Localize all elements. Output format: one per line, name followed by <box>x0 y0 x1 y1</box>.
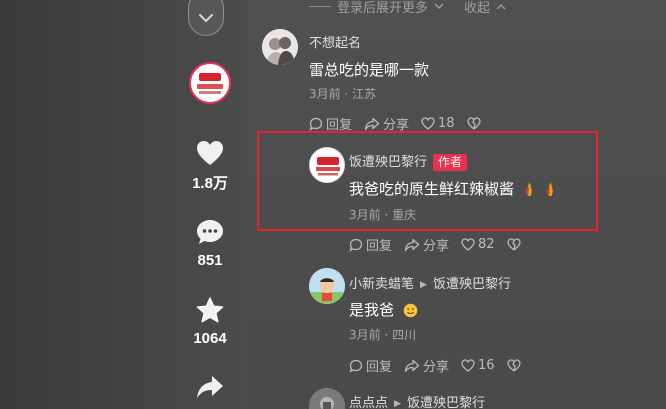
comment-author[interactable]: 不想起名 <box>309 32 361 51</box>
avatar[interactable] <box>309 388 345 409</box>
comment-action[interactable]: 851 <box>180 219 240 269</box>
share-icon <box>404 359 420 372</box>
action-bar: 1.8万 851 1064 <box>180 0 240 409</box>
broken-heart-icon <box>506 238 521 251</box>
comment-text-row: 是我爸 <box>349 299 418 320</box>
share-icon <box>364 117 380 130</box>
expand-more-link[interactable]: 登录后展开更多 <box>337 0 428 16</box>
comment-author-row: 小新卖蜡笔 ▶ 饭遭殃巴黎行 <box>349 273 511 292</box>
chevron-up-icon <box>496 3 506 9</box>
like-button[interactable]: 82 <box>461 237 495 252</box>
comment-icon <box>197 220 223 244</box>
highlight-box <box>257 131 598 231</box>
favorite-action[interactable]: 1064 <box>180 297 240 347</box>
reply-to-arrow-icon: ▶ <box>394 398 401 409</box>
broken-heart-icon <box>466 117 481 130</box>
share-icon <box>404 238 420 251</box>
comment-actions: 回复 分享 16 <box>349 356 521 375</box>
smile-emoji-icon <box>403 303 418 318</box>
comment-author[interactable]: 小新卖蜡笔 <box>349 277 414 292</box>
comment-count: 851 <box>197 252 223 269</box>
comment-author-row: 点点点 ▶ 饭遭殃巴黎行 <box>349 392 485 409</box>
star-icon <box>196 297 224 323</box>
heart-icon <box>197 141 223 165</box>
reply-button[interactable]: 回复 <box>349 235 392 254</box>
like-action[interactable]: 1.8万 <box>180 140 240 193</box>
share-button[interactable]: 分享 <box>404 356 449 375</box>
comment-author[interactable]: 点点点 <box>349 396 388 409</box>
reply-to-name[interactable]: 饭遭殃巴黎行 <box>407 396 485 409</box>
creator-avatar[interactable] <box>189 62 231 104</box>
heart-outline-icon <box>461 238 475 251</box>
comment-actions: 回复 分享 82 <box>349 235 521 254</box>
like-count: 1.8万 <box>192 175 228 192</box>
like-button[interactable]: 16 <box>461 358 495 373</box>
dislike-button[interactable] <box>466 117 481 130</box>
dislike-button[interactable] <box>506 238 521 251</box>
comment-text: 是我爸 <box>349 301 395 319</box>
heart-outline-icon <box>461 359 475 372</box>
avatar[interactable] <box>309 268 345 304</box>
chevron-down-icon <box>434 3 444 9</box>
reply-to-arrow-icon: ▶ <box>420 279 427 290</box>
heart-outline-icon <box>421 117 435 130</box>
expand-more-row: 登录后展开更多 收起 <box>309 0 506 16</box>
comment-meta: 3月前 · 江苏 <box>309 87 377 101</box>
comment-text: 雷总吃的是哪一款 <box>309 61 430 79</box>
collapse-video-button[interactable] <box>188 0 224 36</box>
like-button[interactable]: 18 <box>421 116 455 131</box>
reply-to-name[interactable]: 饭遭殃巴黎行 <box>433 277 511 292</box>
collapse-link[interactable]: 收起 <box>464 0 490 16</box>
reply-icon <box>309 117 323 131</box>
share-action[interactable] <box>180 375 240 399</box>
dislike-button[interactable] <box>506 359 521 372</box>
avatar[interactable] <box>262 29 298 65</box>
comment-meta: 3月前 · 四川 <box>349 328 417 342</box>
broken-heart-icon <box>506 359 521 372</box>
reply-icon <box>349 359 363 373</box>
favorite-count: 1064 <box>193 330 227 347</box>
share-arrow-icon <box>197 376 223 398</box>
chevron-down-icon <box>199 14 213 23</box>
share-button[interactable]: 分享 <box>404 235 449 254</box>
reply-button[interactable]: 回复 <box>349 356 392 375</box>
reply-icon <box>349 238 363 252</box>
